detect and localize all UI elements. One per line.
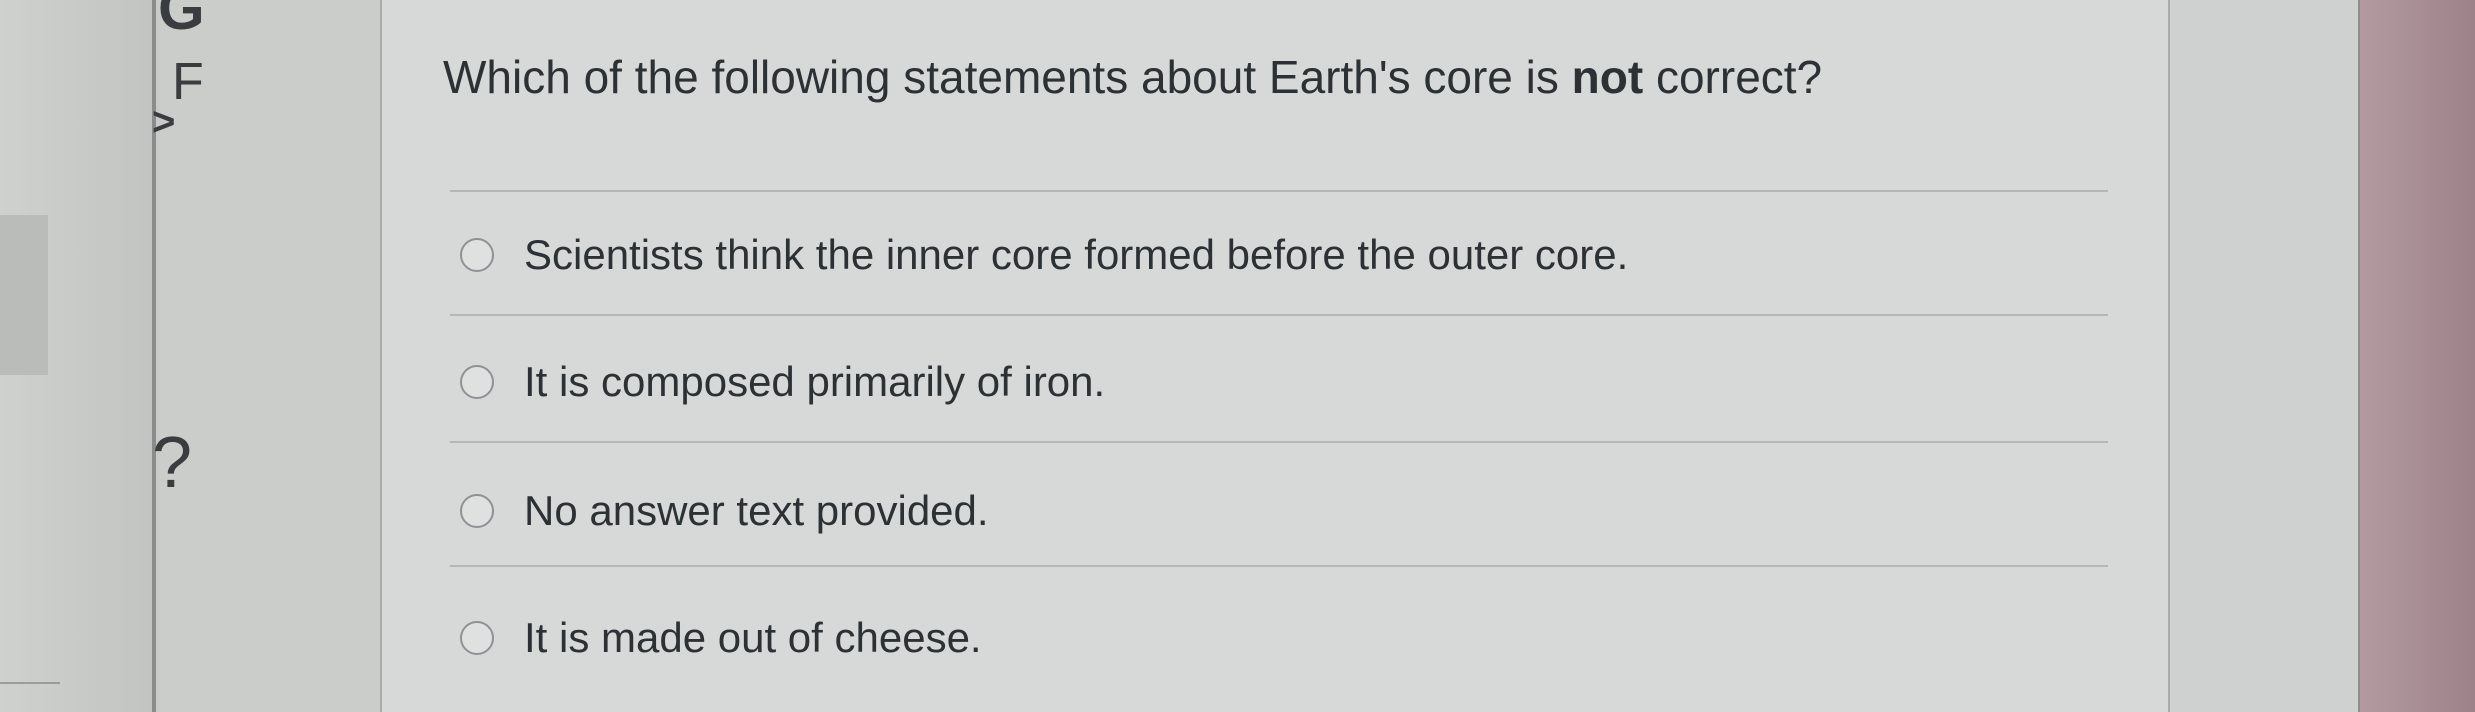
answer-option-label: Scientists think the inner core formed b…	[524, 231, 1629, 278]
radio-button[interactable]	[460, 494, 494, 528]
answer-option-4[interactable]: It is made out of cheese.	[460, 608, 982, 668]
sidebar-glyph-top: G	[158, 0, 205, 42]
sidebar-help-icon[interactable]: ?	[152, 422, 192, 504]
left-panel-block	[0, 215, 48, 375]
bottom-left-line	[0, 682, 60, 684]
device-bezel	[2360, 0, 2475, 712]
answer-option-label: It is composed primarily of iron.	[524, 358, 1106, 405]
divider	[450, 565, 2108, 567]
divider	[450, 441, 2108, 443]
answer-option-2[interactable]: It is composed primarily of iron.	[460, 352, 1105, 412]
question-text-after: correct?	[1643, 51, 1823, 103]
answer-option-label: No answer text provided.	[524, 487, 989, 534]
answer-option-3[interactable]: No answer text provided.	[460, 481, 989, 541]
answer-option-1[interactable]: Scientists think the inner core formed b…	[460, 225, 1628, 285]
divider	[450, 190, 2108, 192]
question-emphasis: not	[1571, 51, 1644, 103]
divider	[450, 314, 2108, 316]
question-text-before: Which of the following statements about …	[443, 51, 1572, 103]
question-text: Which of the following statements about …	[443, 50, 2083, 104]
radio-button[interactable]	[460, 238, 494, 272]
sidebar-glyph-f: F	[172, 53, 204, 111]
right-strip	[2170, 0, 2360, 712]
radio-button[interactable]	[460, 621, 494, 655]
radio-button[interactable]	[460, 365, 494, 399]
sidebar-chevron-icon[interactable]: >	[152, 100, 175, 145]
answer-option-label: It is made out of cheese.	[524, 614, 982, 661]
